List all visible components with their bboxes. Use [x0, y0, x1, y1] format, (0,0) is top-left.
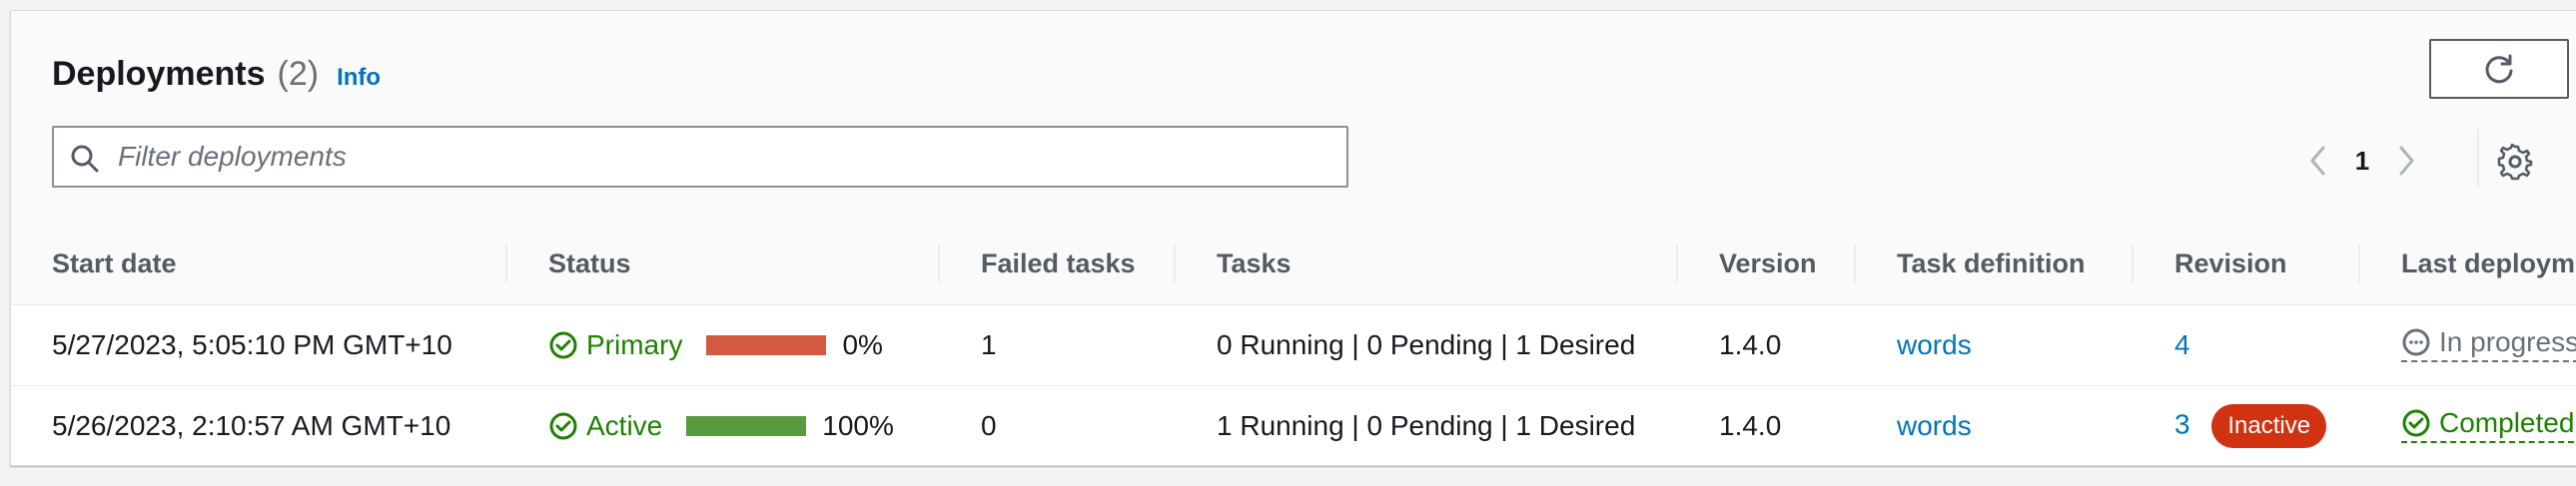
progress-bar: [706, 335, 827, 355]
column-header-version[interactable]: Version: [1678, 223, 1856, 305]
column-header-status[interactable]: Status: [507, 223, 940, 305]
tasks-cell: 0 Running | 0 Pending | 1 Desired: [1176, 304, 1678, 386]
column-header-last-deployment[interactable]: Last deploym: [2360, 223, 2576, 305]
table-header-row: Start date Status Failed tasks Tasks Ver…: [11, 223, 2576, 305]
next-page-button[interactable]: [2391, 141, 2421, 181]
title-row: Deployments (2) Info: [52, 55, 381, 94]
progress-bar-fill: [706, 335, 827, 355]
search-input[interactable]: [118, 128, 1336, 186]
version-cell: 1.4.0: [1678, 304, 1856, 386]
pager-divider: [2477, 129, 2479, 187]
refresh-button[interactable]: [2429, 39, 2569, 99]
progress-percent: 0%: [842, 329, 883, 360]
deployment-count: (2): [277, 55, 320, 93]
chevron-left-icon: [2310, 146, 2325, 176]
last-deployment-status[interactable]: In progress: [2401, 326, 2576, 362]
previous-page-button[interactable]: [2303, 141, 2333, 181]
inactive-badge: Inactive: [2211, 404, 2327, 448]
pagination: 1: [2303, 141, 2421, 181]
version-cell: 1.4.0: [1719, 410, 1782, 441]
task-definition-cell: words: [1856, 304, 2134, 386]
preferences-button[interactable]: [2496, 143, 2534, 181]
current-page-number[interactable]: 1: [2333, 146, 2391, 177]
ellipsis-circle-icon: [2402, 328, 2430, 356]
refresh-icon: [2485, 54, 2513, 84]
last-deployment-cell: Completed: [2360, 386, 2576, 467]
search-field[interactable]: [52, 126, 1348, 188]
task-definition-cell: words: [1856, 386, 2134, 467]
last-deployment-label: In progress: [2439, 326, 2576, 357]
last-deployment-status[interactable]: Completed: [2401, 407, 2575, 443]
failed-tasks-cell: 0: [981, 410, 997, 441]
status-cell: Active 100%: [507, 386, 940, 467]
last-deployment-label: Completed: [2439, 407, 2575, 438]
revision-link[interactable]: 4: [2174, 329, 2190, 360]
column-header-revision[interactable]: Revision: [2134, 223, 2360, 305]
last-deployment-cell: In progress: [2360, 304, 2576, 386]
panel-title: Deployments: [52, 55, 266, 93]
start-date-cell: 5/27/2023, 5:05:10 PM GMT+10: [11, 304, 507, 386]
gear-icon: [2497, 143, 2533, 181]
search-icon: [71, 145, 99, 173]
revision-cell: 4: [2134, 304, 2360, 386]
progress-bar-fill: [686, 416, 807, 436]
column-header-start-date[interactable]: Start date: [11, 223, 507, 305]
check-circle-icon: [549, 331, 577, 359]
tasks-cell: 1 Running | 0 Pending | 1 Desired: [1217, 410, 1636, 441]
deployments-panel: Deployments (2) Info 1: [10, 10, 2576, 466]
status-label: Primary: [586, 329, 683, 360]
check-circle-icon: [549, 412, 577, 440]
check-circle-icon: [2402, 409, 2430, 437]
column-header-task-definition[interactable]: Task definition: [1856, 223, 2134, 305]
chevron-right-icon: [2399, 146, 2414, 176]
progress-bar: [686, 416, 807, 436]
column-header-tasks[interactable]: Tasks: [1176, 223, 1678, 305]
start-date-cell: 5/26/2023, 2:10:57 AM GMT+10: [52, 410, 451, 441]
panel-header: Deployments (2) Info 1: [11, 11, 2576, 224]
task-definition-link[interactable]: words: [1897, 410, 1972, 441]
column-header-failed-tasks[interactable]: Failed tasks: [940, 223, 1176, 305]
progress-percent: 100%: [822, 410, 894, 441]
status-label: Active: [586, 410, 663, 441]
task-definition-link[interactable]: words: [1897, 329, 1972, 360]
revision-link[interactable]: 3: [2174, 408, 2190, 439]
table-row: 5/26/2023, 2:10:57 AM GMT+10 Active 100%: [11, 386, 2576, 467]
failed-tasks-cell: 1: [940, 304, 1176, 386]
info-link[interactable]: Info: [337, 64, 381, 92]
deployments-table: Start date Status Failed tasks Tasks Ver…: [11, 223, 2576, 466]
table-row: 5/27/2023, 5:05:10 PM GMT+10 Primary 0%: [11, 304, 2576, 386]
status-cell: Primary 0%: [507, 304, 940, 386]
revision-cell: 3 Inactive: [2134, 386, 2360, 467]
